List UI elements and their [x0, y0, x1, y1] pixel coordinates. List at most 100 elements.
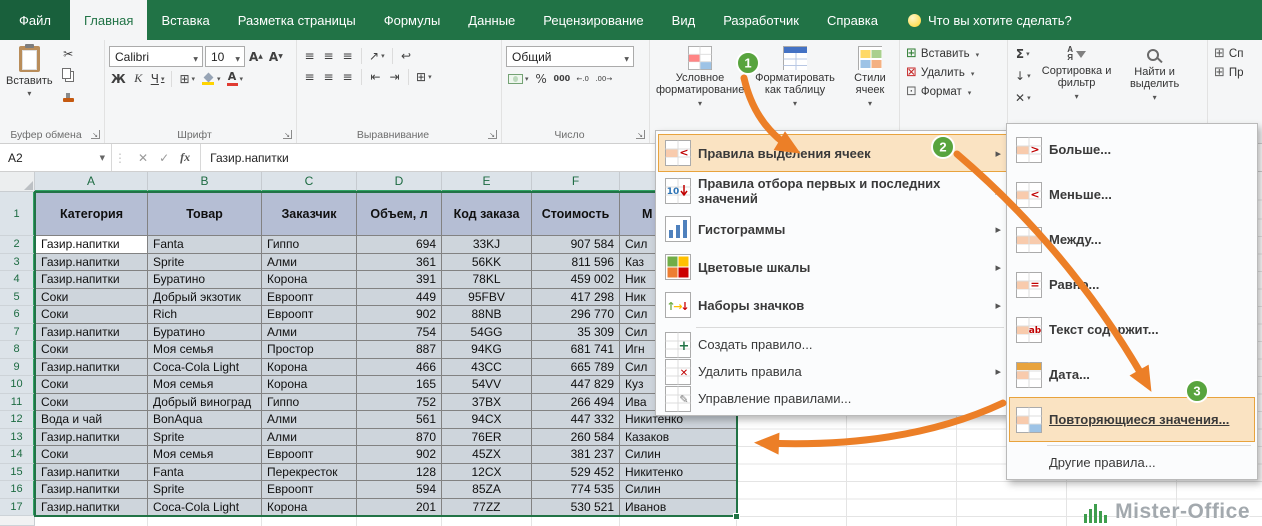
- comma-style-button[interactable]: 000: [552, 69, 573, 88]
- cell[interactable]: 95FBV: [442, 289, 532, 307]
- fill-handle[interactable]: [733, 513, 740, 520]
- cell[interactable]: Соки: [35, 306, 148, 324]
- table-header-cell[interactable]: Заказчик: [262, 192, 357, 236]
- cell[interactable]: Fanta: [148, 236, 262, 254]
- orientation-icon[interactable]: ↗: [367, 46, 387, 65]
- row-header-partial[interactable]: [0, 516, 35, 526]
- cell[interactable]: Газир.напитки: [35, 481, 148, 499]
- row-header-15[interactable]: 15: [0, 464, 35, 482]
- cut-icon[interactable]: ✂: [60, 44, 77, 63]
- cell[interactable]: 260 584: [532, 429, 620, 447]
- menu-item-manage-rules[interactable]: ✎Управление правилами...: [658, 385, 1008, 412]
- table-header-cell[interactable]: Стоимость: [532, 192, 620, 236]
- cell[interactable]: Sprite: [148, 481, 262, 499]
- cell[interactable]: Алми: [262, 429, 357, 447]
- row-header-6[interactable]: 6: [0, 306, 35, 324]
- cell[interactable]: 447 829: [532, 376, 620, 394]
- cell[interactable]: Гиппо: [262, 394, 357, 412]
- column-header-A[interactable]: A: [35, 172, 148, 192]
- cell[interactable]: Перекресток: [262, 464, 357, 482]
- cell[interactable]: Газир.напитки: [35, 464, 148, 482]
- shrink-font-button[interactable]: А▼: [267, 47, 285, 66]
- cell[interactable]: Coca-Cola Light: [148, 499, 262, 517]
- clear-button[interactable]: ✕: [1013, 88, 1033, 107]
- decrease-decimal-button[interactable]: .00→: [593, 69, 614, 88]
- select-all-corner[interactable]: [0, 172, 35, 192]
- cell[interactable]: Газир.напитки: [35, 429, 148, 447]
- borders-button[interactable]: ⊞: [177, 69, 197, 88]
- column-header-B[interactable]: B: [148, 172, 262, 192]
- cell[interactable]: BonAqua: [148, 411, 262, 429]
- cell[interactable]: 45ZX: [442, 446, 532, 464]
- cell[interactable]: 447 332: [532, 411, 620, 429]
- cell[interactable]: 37BX: [442, 394, 532, 412]
- cell[interactable]: 907 584: [532, 236, 620, 254]
- row-header-5[interactable]: 5: [0, 289, 35, 307]
- tab-file[interactable]: Файл: [0, 0, 70, 40]
- cell[interactable]: 681 741: [532, 341, 620, 359]
- cell[interactable]: Иванов: [620, 499, 737, 517]
- cell[interactable]: 902: [357, 306, 442, 324]
- cell[interactable]: 128: [357, 464, 442, 482]
- decrease-indent-icon[interactable]: ⇤: [367, 67, 384, 86]
- cell[interactable]: 665 789: [532, 359, 620, 377]
- table-header-cell[interactable]: Код заказа: [442, 192, 532, 236]
- format-cells-button[interactable]: ⊡Формат: [902, 82, 1005, 101]
- cell[interactable]: Газир.напитки: [35, 271, 148, 289]
- cell[interactable]: 449: [357, 289, 442, 307]
- cell[interactable]: Корона: [262, 271, 357, 289]
- cell[interactable]: 459 002: [532, 271, 620, 289]
- column-header-C[interactable]: C: [262, 172, 357, 192]
- row-header-2[interactable]: 2: [0, 236, 35, 254]
- enter-icon[interactable]: ✓: [159, 151, 169, 165]
- cell[interactable]: 870: [357, 429, 442, 447]
- row-header-13[interactable]: 13: [0, 429, 35, 447]
- font-name-select[interactable]: Calibri: [109, 46, 203, 67]
- cell-styles-button[interactable]: Стили ячеек: [842, 44, 898, 111]
- cell[interactable]: Добрый виноград: [148, 394, 262, 412]
- cell[interactable]: 77ZZ: [442, 499, 532, 517]
- cell[interactable]: 887: [357, 341, 442, 359]
- alignment-dialog-launcher-icon[interactable]: [488, 130, 497, 139]
- copy-icon[interactable]: [60, 66, 77, 85]
- cell[interactable]: 54VV: [442, 376, 532, 394]
- column-header-F[interactable]: F: [532, 172, 620, 192]
- cell[interactable]: Простор: [262, 341, 357, 359]
- number-dialog-launcher-icon[interactable]: [636, 130, 645, 139]
- tab-formulas[interactable]: Формулы: [370, 0, 455, 40]
- grow-font-button[interactable]: А▲: [247, 47, 265, 66]
- cell[interactable]: Корона: [262, 376, 357, 394]
- autosum-button[interactable]: Σ: [1013, 44, 1033, 63]
- cell[interactable]: 12CX: [442, 464, 532, 482]
- submenu-item-between[interactable]: Между...: [1009, 217, 1255, 262]
- table-header-cell[interactable]: Категория: [35, 192, 148, 236]
- cell[interactable]: Моя семья: [148, 446, 262, 464]
- cell[interactable]: 774 535: [532, 481, 620, 499]
- cell[interactable]: 417 298: [532, 289, 620, 307]
- accounting-format-button[interactable]: [506, 69, 531, 88]
- cell[interactable]: 56KK: [442, 254, 532, 272]
- menu-item-data-bars[interactable]: Гистограммы▸: [658, 210, 1008, 248]
- align-left-icon[interactable]: ≡: [301, 67, 318, 86]
- font-dialog-launcher-icon[interactable]: [283, 130, 292, 139]
- align-middle-icon[interactable]: ≡: [320, 46, 337, 65]
- submenu-item-equal-to[interactable]: =Равно...: [1009, 262, 1255, 307]
- tab-insert[interactable]: Вставка: [147, 0, 223, 40]
- fill-button[interactable]: ↓: [1013, 66, 1033, 85]
- font-size-select[interactable]: 10: [205, 46, 245, 67]
- row-header-14[interactable]: 14: [0, 446, 35, 464]
- cell[interactable]: 165: [357, 376, 442, 394]
- clipped-button-1[interactable]: ⊞Сп: [1210, 44, 1260, 63]
- cell[interactable]: Моя семья: [148, 341, 262, 359]
- format-as-table-button[interactable]: Форматировать как таблицу: [748, 44, 842, 111]
- cell[interactable]: Корона: [262, 499, 357, 517]
- cell[interactable]: 530 521: [532, 499, 620, 517]
- cell[interactable]: 33KJ: [442, 236, 532, 254]
- tab-view[interactable]: Вид: [658, 0, 710, 40]
- row-header-1[interactable]: 1: [0, 192, 35, 236]
- cell[interactable]: Гиппо: [262, 236, 357, 254]
- menu-item-highlight-cells-rules[interactable]: <Правила выделения ячеек▸: [658, 134, 1008, 172]
- row-header-3[interactable]: 3: [0, 254, 35, 272]
- align-bottom-icon[interactable]: ≡: [339, 46, 356, 65]
- cell[interactable]: Буратино: [148, 324, 262, 342]
